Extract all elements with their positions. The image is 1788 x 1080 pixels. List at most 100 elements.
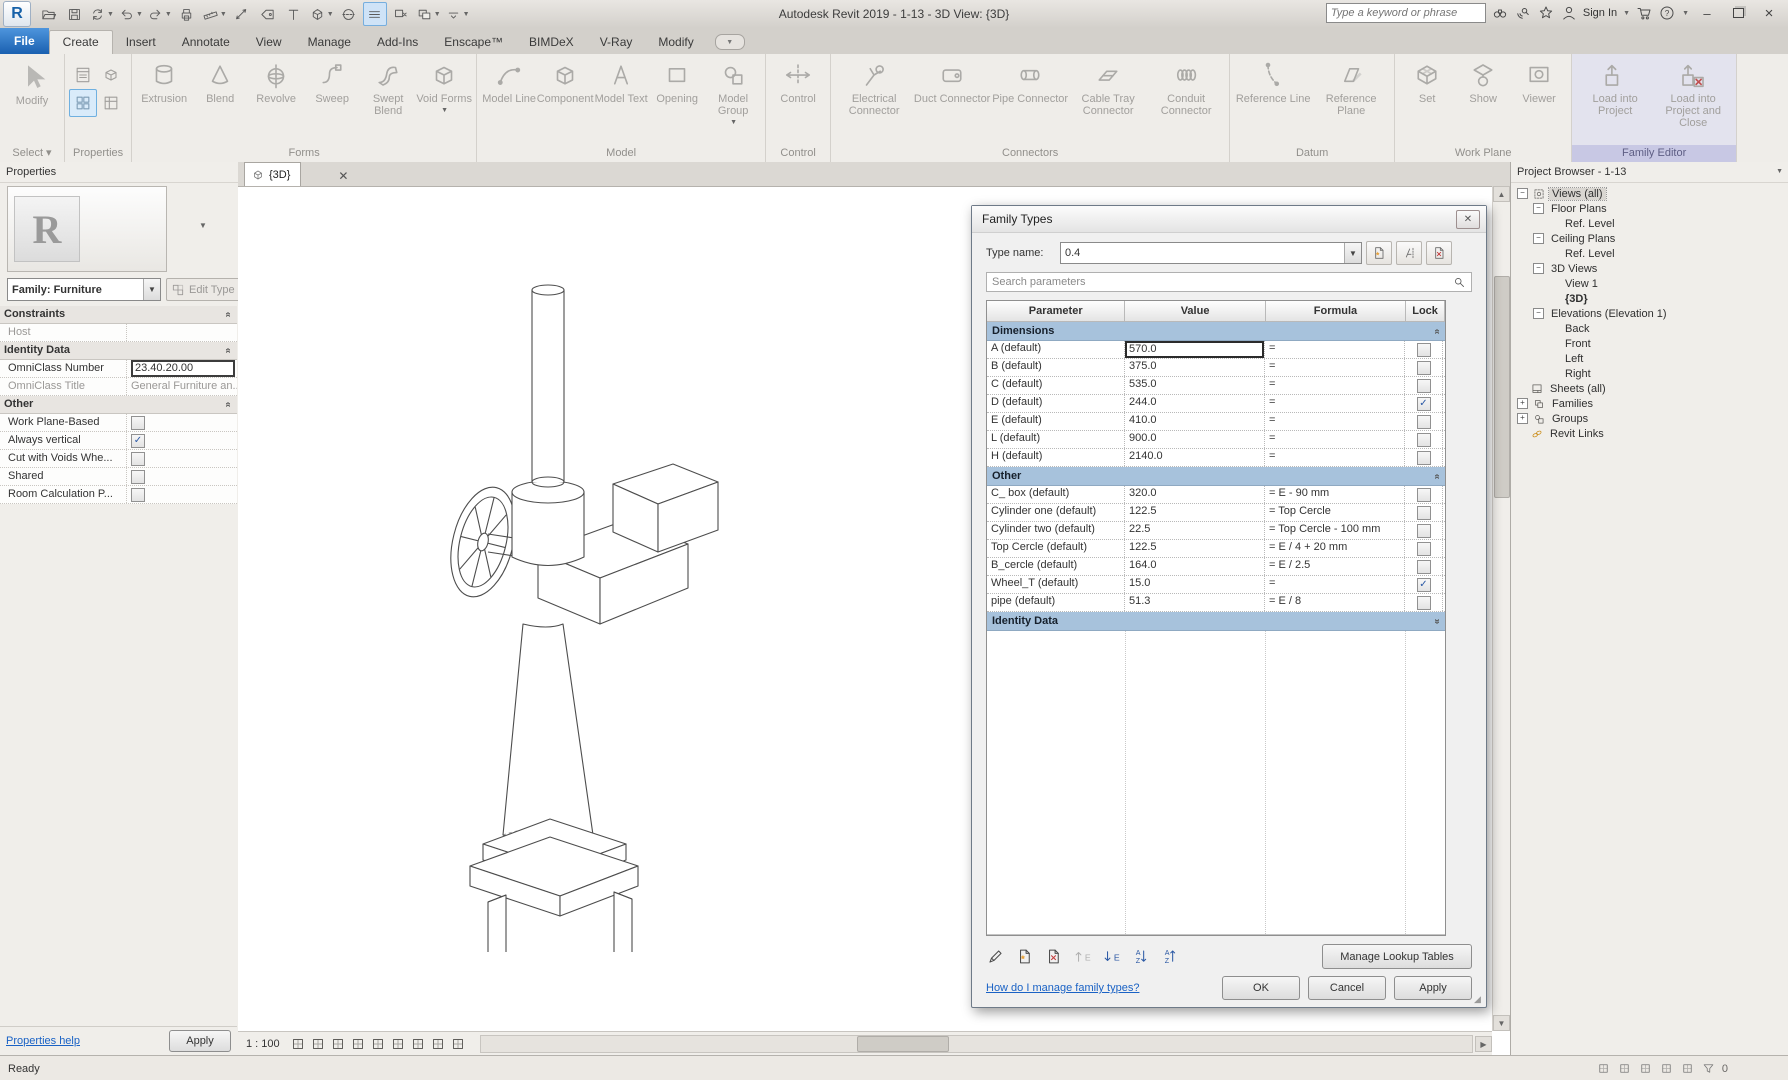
parameter-name-cell[interactable]: C_ box (default) — [987, 486, 1125, 503]
new-parameter-button[interactable] — [1015, 947, 1034, 966]
dropdown-arrow-icon[interactable]: ▼ — [730, 117, 737, 129]
section-collapse-icon[interactable]: « — [1432, 473, 1443, 479]
property-value[interactable] — [127, 486, 237, 503]
tree-item-label[interactable]: View 1 — [1562, 278, 1601, 290]
tree-item-label[interactable]: Views (all) — [1549, 188, 1606, 200]
lock-checkbox[interactable] — [1417, 415, 1431, 429]
tree-item-ceiling-plans[interactable]: −Ceiling Plans — [1511, 231, 1788, 246]
move-up-button[interactable]: E — [1073, 947, 1092, 966]
search-icon[interactable] — [1491, 4, 1509, 22]
print-button[interactable] — [175, 2, 199, 26]
tree-item-label[interactable]: Right — [1562, 368, 1594, 380]
tree-item-view-1[interactable]: View 1 — [1511, 276, 1788, 291]
reveal-hidden-icon[interactable] — [449, 1035, 467, 1053]
tree-item-ref-level[interactable]: Ref. Level — [1511, 216, 1788, 231]
tree-item-label[interactable]: Floor Plans — [1548, 203, 1610, 215]
parameter-value-cell[interactable]: 570.0 — [1125, 341, 1265, 358]
text-button[interactable] — [282, 2, 306, 26]
tab-add-ins[interactable]: Add-Ins — [364, 30, 431, 54]
tree-item-elevations-elevation-1-[interactable]: −Elevations (Elevation 1) — [1511, 306, 1788, 321]
ribbon-button-void-forms[interactable]: Void Forms▼ — [416, 59, 472, 118]
table-horizontal-scrollbar[interactable]: ◀▶ — [987, 934, 1445, 936]
tree-item-label[interactable]: Ref. Level — [1562, 218, 1618, 230]
checkbox[interactable] — [131, 488, 145, 502]
user-icon[interactable] — [1560, 4, 1578, 22]
sync-dropdown-icon[interactable]: ▼ — [107, 11, 114, 18]
checkbox[interactable] — [131, 452, 145, 466]
ribbon-button-reference-line[interactable]: Reference Line — [1234, 59, 1312, 106]
tab-bimdex[interactable]: BIMDeX — [516, 30, 587, 54]
dialog-resize-grip[interactable]: ◢ — [1474, 995, 1484, 1005]
parameter-value-cell[interactable]: 375.0 — [1125, 359, 1265, 376]
parameter-name-cell[interactable]: A (default) — [987, 341, 1125, 358]
parameter-formula-cell[interactable]: = — [1265, 413, 1405, 430]
ribbon-button-electrical-connector[interactable]: Electrical Connector — [835, 59, 913, 118]
design-options-icon[interactable] — [1617, 1061, 1632, 1076]
scroll-right-icon[interactable]: ▶ — [1475, 1036, 1492, 1052]
ribbon-button-set[interactable]: Set — [1399, 59, 1455, 106]
tree-item-views-all-[interactable]: −Views (all) — [1511, 186, 1788, 201]
search-parameters-icon[interactable] — [1452, 275, 1467, 290]
lock-checkbox[interactable] — [1417, 542, 1431, 556]
ribbon-button-duct-connector[interactable]: Duct Connector — [913, 59, 991, 106]
parameter-value-cell[interactable]: 410.0 — [1125, 413, 1265, 430]
parameter-name-cell[interactable]: E (default) — [987, 413, 1125, 430]
search-input[interactable] — [1326, 3, 1486, 23]
parameter-value-cell[interactable]: 164.0 — [1125, 558, 1265, 575]
property-value[interactable]: 23.40.20.00 — [127, 360, 237, 377]
main-model-icon[interactable] — [1638, 1061, 1653, 1076]
lock-checkbox[interactable] — [1417, 433, 1431, 447]
parameter-formula-cell[interactable]: = — [1265, 341, 1405, 358]
lock-checkbox[interactable] — [1417, 361, 1431, 375]
tree-item-label[interactable]: Sheets (all) — [1547, 383, 1609, 395]
collapse-icon[interactable]: − — [1533, 263, 1544, 274]
tree-item-label[interactable]: Left — [1562, 353, 1586, 365]
view-scale-button[interactable]: 1 : 100 — [238, 1038, 288, 1050]
tree-item-right[interactable]: Right — [1511, 366, 1788, 381]
column-header-parameter[interactable]: Parameter — [987, 301, 1125, 322]
lock-checkbox[interactable] — [1417, 343, 1431, 357]
checkbox[interactable] — [131, 470, 145, 484]
sun-path-icon[interactable] — [329, 1035, 347, 1053]
sign-in-dropdown-icon[interactable]: ▼ — [1623, 10, 1630, 17]
parameter-name-cell[interactable]: pipe (default) — [987, 594, 1125, 611]
tab-insert[interactable]: Insert — [113, 30, 169, 54]
delete-type-button[interactable] — [1426, 241, 1452, 265]
tree-item-label[interactable]: Front — [1562, 338, 1594, 350]
ribbon-button-opening[interactable]: Opening — [649, 59, 705, 106]
property-value[interactable]: General Furniture an... — [127, 378, 237, 395]
apply-button[interactable]: Apply — [1394, 976, 1472, 1000]
help-dropdown-icon[interactable]: ▼ — [1682, 10, 1689, 17]
move-down-button[interactable]: E — [1102, 947, 1121, 966]
crop-view-icon[interactable] — [389, 1035, 407, 1053]
ribbon-button-model-line[interactable]: Model Line — [481, 59, 537, 106]
collapse-icon[interactable]: − — [1533, 233, 1544, 244]
detail-level-icon[interactable] — [289, 1035, 307, 1053]
subscription-center-icon[interactable] — [1514, 4, 1532, 22]
parameter-formula-cell[interactable]: = E - 90 mm — [1265, 486, 1405, 503]
lock-checkbox[interactable] — [1417, 506, 1431, 520]
delete-parameter-button[interactable] — [1044, 947, 1063, 966]
section-collapse-icon[interactable]: « — [1432, 328, 1443, 334]
sort-ascending-button[interactable]: AZ — [1131, 947, 1150, 966]
section-button[interactable] — [337, 2, 361, 26]
parameter-value-cell[interactable]: 244.0 — [1125, 395, 1265, 412]
customize-qat-dropdown-icon[interactable]: ▼ — [463, 11, 470, 18]
tree-item-families[interactable]: + Families — [1511, 396, 1788, 411]
ribbon-button-blend[interactable]: Blend — [192, 59, 248, 106]
close-button[interactable]: × — [1756, 3, 1782, 23]
section-collapse-icon[interactable]: « — [1432, 618, 1443, 624]
ribbon-button-cable-tray-connector[interactable]: Cable Tray Connector — [1069, 59, 1147, 118]
search-parameters-input[interactable]: Search parameters — [986, 272, 1472, 292]
property-value[interactable] — [127, 324, 237, 341]
temporary-hide-isolate-icon[interactable] — [429, 1035, 447, 1053]
tag-button[interactable] — [256, 2, 280, 26]
group-collapse-icon[interactable]: « — [220, 402, 237, 408]
tree-item-label[interactable]: Families — [1549, 398, 1596, 410]
expand-icon[interactable]: + — [1517, 398, 1528, 409]
column-header-formula[interactable]: Formula — [1266, 301, 1406, 322]
ribbon-button-model-text[interactable]: Model Text — [593, 59, 649, 106]
ribbon-button-conduit-connector[interactable]: Conduit Connector — [1147, 59, 1225, 118]
preview-dropdown-icon[interactable]: ▼ — [196, 218, 210, 232]
parameter-formula-cell[interactable]: = — [1265, 359, 1405, 376]
